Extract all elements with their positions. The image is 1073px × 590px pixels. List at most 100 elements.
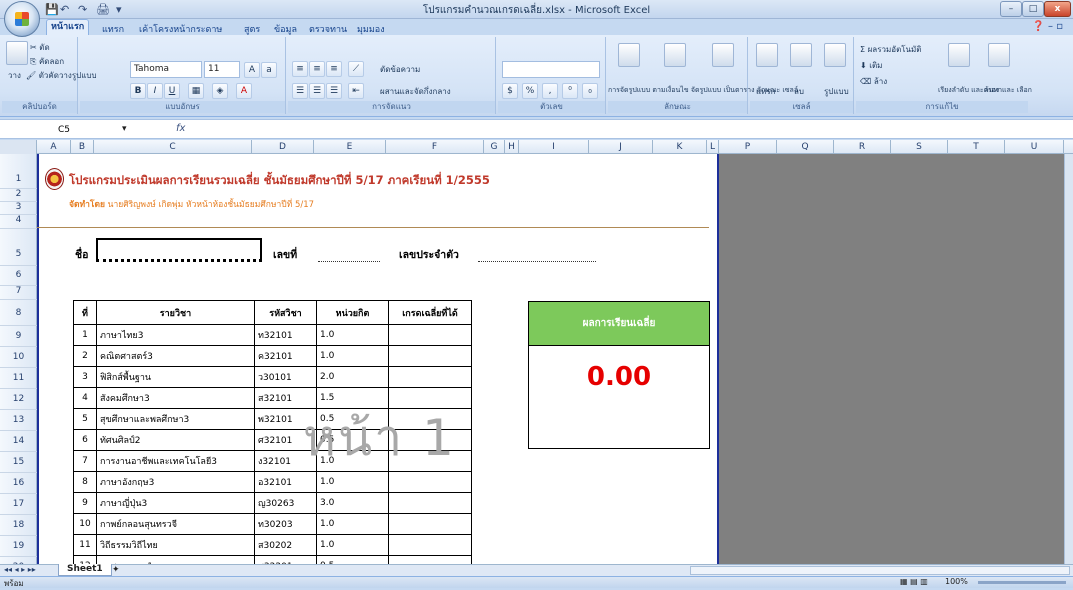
tab-formulas[interactable]: สูตร (240, 22, 264, 36)
select-all-button[interactable] (0, 140, 37, 154)
col-header[interactable]: Q (777, 140, 834, 154)
fx-icon[interactable]: fx (176, 123, 185, 134)
tab-insert[interactable]: แทรก (98, 22, 128, 36)
row-number[interactable]: 5 (0, 229, 37, 266)
copy-button[interactable]: ⎘ คัดลอก (30, 55, 64, 68)
maximize-button[interactable]: □ (1022, 1, 1044, 17)
col-header[interactable]: R (834, 140, 891, 154)
tab-view[interactable]: มุมมอง (353, 22, 389, 36)
col-header[interactable]: C (94, 140, 252, 154)
help-icon[interactable]: ❓ – ▫ (1032, 21, 1063, 32)
row-number[interactable]: 4 (0, 215, 37, 229)
sheet1-tab[interactable]: Sheet1 (58, 564, 112, 576)
row-number[interactable]: 6 (0, 266, 37, 286)
row-number[interactable]: 1 (0, 154, 37, 189)
format-cells-icon[interactable] (824, 43, 846, 67)
fill-color-icon[interactable]: ◈ (212, 83, 228, 99)
grade-input[interactable] (388, 324, 472, 346)
grade-input[interactable] (388, 534, 472, 556)
clear-button[interactable]: ⌫ ล้าง (860, 75, 887, 88)
fill-button[interactable]: ⬇ เติม (860, 59, 882, 72)
row-number[interactable]: 10 (0, 347, 37, 368)
wrap-text-button[interactable]: ตัดข้อความ (380, 63, 420, 76)
row-number[interactable]: 19 (0, 536, 37, 557)
italic-button[interactable]: I (147, 83, 163, 99)
row-number[interactable]: 18 (0, 515, 37, 536)
increase-decimal-icon[interactable]: ⁰ (562, 83, 578, 99)
autosum-button[interactable]: Σ ผลรวมอัตโนมัติ (860, 43, 922, 56)
font-size-combo[interactable]: 11 (204, 61, 240, 78)
row-number[interactable]: 7 (0, 286, 37, 300)
grade-input[interactable] (388, 492, 472, 514)
row-number[interactable]: 15 (0, 452, 37, 473)
indent-icon[interactable]: ⇤ (348, 83, 364, 99)
col-header[interactable]: S (891, 140, 948, 154)
tab-page-layout[interactable]: เค้าโครงหน้ากระดาษ (135, 22, 226, 36)
col-header[interactable]: T (948, 140, 1005, 154)
cut-button[interactable]: ✂ ตัด (30, 41, 50, 54)
tab-home[interactable]: หน้าแรก (46, 19, 90, 36)
row-number[interactable]: 16 (0, 473, 37, 494)
insert-sheet-icon[interactable]: ✦ (112, 565, 120, 575)
col-header[interactable]: K (653, 140, 707, 154)
percent-button[interactable]: % (522, 83, 538, 99)
col-header[interactable]: D (252, 140, 314, 154)
view-buttons-icon[interactable]: ▦ ▤ ▥ (900, 577, 928, 586)
grade-input[interactable] (388, 366, 472, 388)
col-header[interactable]: U (1005, 140, 1064, 154)
row-number[interactable]: 3 (0, 202, 37, 215)
paste-icon[interactable] (6, 41, 28, 65)
comma-button[interactable]: , (542, 83, 558, 99)
sort-filter-icon[interactable] (948, 43, 970, 67)
formula-input[interactable] (200, 122, 1070, 137)
format-table-icon[interactable] (664, 43, 686, 67)
align-center-icon[interactable]: ☰ (309, 83, 325, 99)
conditional-format-icon[interactable] (618, 43, 640, 67)
row-number[interactable]: 14 (0, 431, 37, 452)
bold-button[interactable]: B (130, 83, 146, 99)
delete-cells-icon[interactable] (790, 43, 812, 67)
col-header[interactable]: H (505, 140, 519, 154)
col-header[interactable]: L (707, 140, 719, 154)
grow-font-icon[interactable]: A (244, 62, 260, 78)
tab-review[interactable]: ตรวจทาน (305, 22, 351, 36)
underline-button[interactable]: U (164, 83, 180, 99)
col-header[interactable]: A (37, 140, 71, 154)
currency-icon[interactable]: $ (502, 83, 518, 99)
col-header[interactable]: E (314, 140, 386, 154)
col-header[interactable]: F (386, 140, 484, 154)
col-header[interactable]: I (519, 140, 589, 154)
col-header[interactable]: G (484, 140, 505, 154)
namebox-dropdown-icon[interactable]: ▾ (122, 124, 127, 134)
align-bottom-icon[interactable]: ≡ (326, 61, 342, 77)
merge-center-button[interactable]: ผสานและจัดกึ่งกลาง (380, 85, 451, 98)
align-right-icon[interactable]: ☰ (326, 83, 342, 99)
name-input-cell[interactable] (96, 238, 262, 262)
paste-button[interactable]: วาง (8, 69, 21, 82)
align-middle-icon[interactable]: ≡ (309, 61, 325, 77)
insert-button[interactable]: แทรก (756, 85, 776, 98)
tab-data[interactable]: ข้อมูล (270, 22, 301, 36)
zoom-level[interactable]: 100% (945, 577, 968, 586)
row-number[interactable]: 8 (0, 300, 37, 326)
vertical-scrollbar[interactable] (1064, 154, 1073, 575)
decrease-decimal-icon[interactable]: ₀ (582, 83, 598, 99)
worksheet[interactable]: โปรแกรมประเมินผลการเรียนรวมเฉลี่ย ชั้นมั… (37, 154, 1073, 575)
grade-input[interactable] (388, 513, 472, 535)
find-select-button[interactable]: ค้นหาและ เลือก (984, 85, 1032, 96)
align-top-icon[interactable]: ≡ (292, 61, 308, 77)
number-input-cell[interactable] (318, 261, 380, 262)
student-id-input-cell[interactable] (478, 261, 596, 262)
styles-buttons[interactable]: การจัดรูปแบบ ตามเงื่อนไข จัดรูปแบบ เป็นต… (608, 85, 798, 96)
col-header[interactable]: J (589, 140, 653, 154)
grade-input[interactable] (388, 345, 472, 367)
horizontal-scrollbar[interactable] (690, 566, 1070, 575)
col-header[interactable]: B (71, 140, 94, 154)
row-number[interactable]: 13 (0, 410, 37, 431)
row-number[interactable]: 9 (0, 326, 37, 347)
insert-cells-icon[interactable] (756, 43, 778, 67)
close-button[interactable]: x (1044, 1, 1071, 17)
name-box[interactable]: C5 (38, 123, 118, 138)
row-number[interactable]: 12 (0, 389, 37, 410)
zoom-slider[interactable] (978, 581, 1066, 584)
